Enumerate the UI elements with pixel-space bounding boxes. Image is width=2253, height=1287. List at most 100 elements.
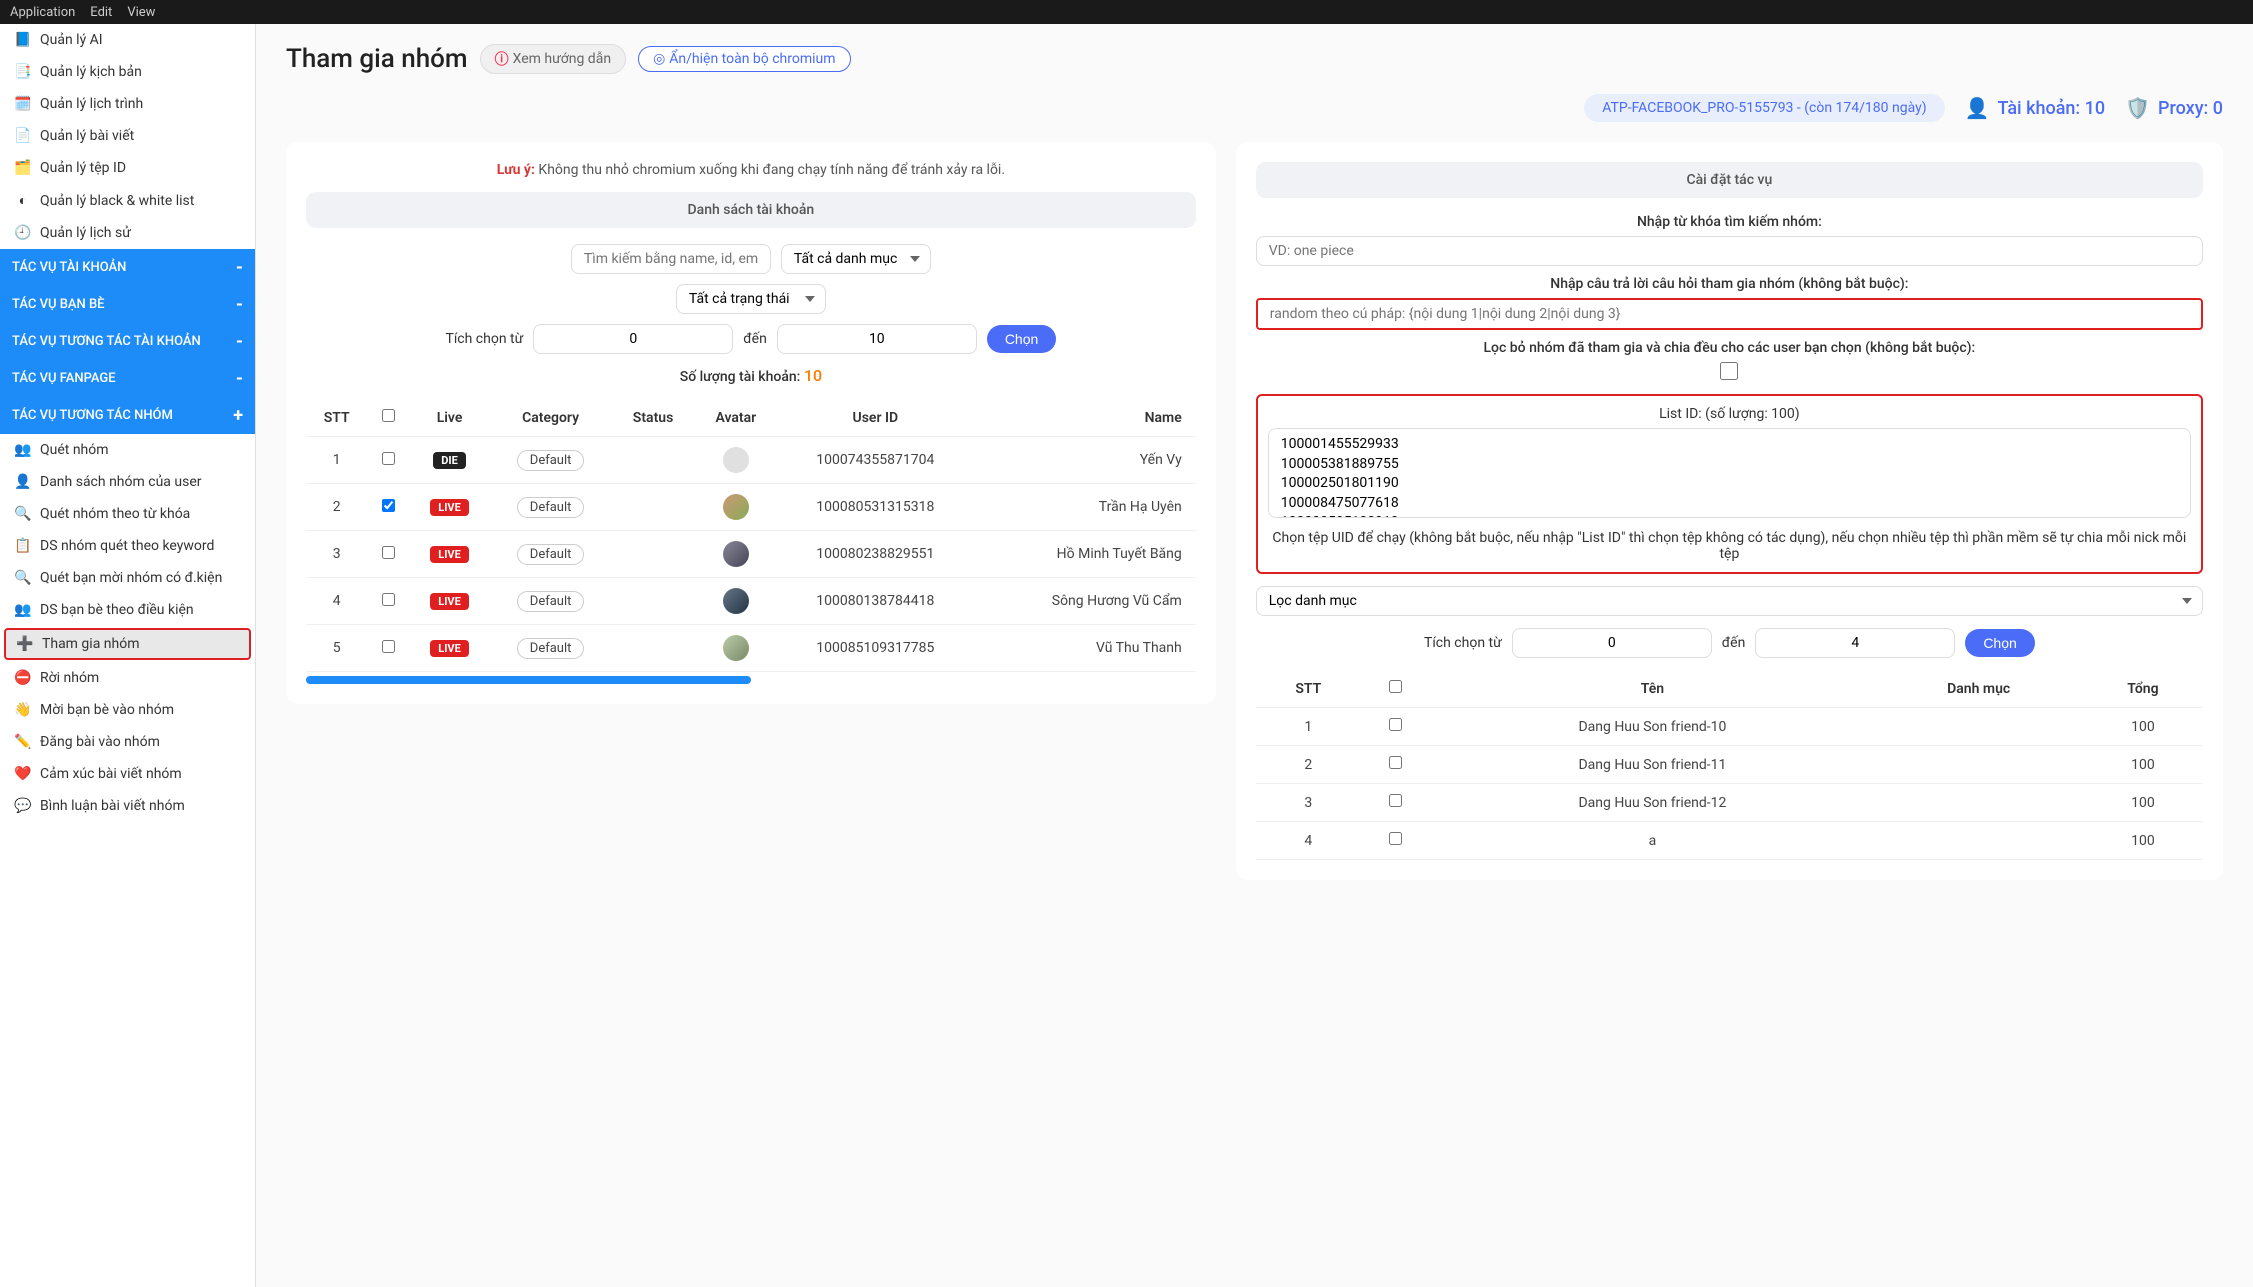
- select-all-checkbox[interactable]: [382, 409, 395, 422]
- sidebar-item[interactable]: 🗓️Quản lý lịch trình: [0, 88, 255, 120]
- table-row[interactable]: 5 LIVE Default 100085109317785 Vũ Thu Th…: [306, 625, 1196, 672]
- uid-file-note: Chọn tệp UID để chạy (không bắt buộc, nế…: [1268, 530, 2191, 562]
- sidebar-section-header[interactable]: TÁC VỤ BẠN BÈ-: [0, 286, 255, 323]
- sidebar-item[interactable]: 🔍Quét nhóm theo từ khóa: [0, 498, 255, 530]
- sidebar-item[interactable]: 👤Danh sách nhóm của user: [0, 466, 255, 498]
- answer-input[interactable]: [1256, 298, 2203, 330]
- listid-textarea[interactable]: [1268, 428, 2191, 518]
- table-row[interactable]: 3 LIVE Default 100080238829551 Hồ Minh T…: [306, 531, 1196, 578]
- row-checkbox[interactable]: [1389, 718, 1402, 731]
- sidebar-item[interactable]: 📄 Quản lý bài viết: [0, 120, 255, 152]
- sidebar-item[interactable]: 👋Mời bạn bè vào nhóm: [0, 694, 255, 726]
- sidebar-item[interactable]: 🕘 Quản lý lịch sử: [0, 217, 255, 249]
- accounts-header: Danh sách tài khoản: [306, 192, 1196, 228]
- sidebar-item-label: Quản lý kịch bản: [40, 64, 142, 80]
- row-checkbox[interactable]: [382, 452, 395, 465]
- guide-button[interactable]: ⓘXem hướng dẫn: [480, 44, 626, 74]
- accounts-table: STTLiveCategoryStatusAvatarUser IDName 1…: [306, 399, 1196, 672]
- listid-section: List ID: (số lượng: 100) Chọn tệp UID để…: [1256, 394, 2203, 574]
- sidebar-item[interactable]: 💬Bình luận bài viết nhóm: [0, 790, 255, 822]
- sidebar-item[interactable]: ◐Quản lý black & white list: [0, 184, 255, 217]
- table-header: Name: [973, 399, 1195, 437]
- table-row[interactable]: 2 Dang Huu Son friend-11 100: [1256, 746, 2203, 784]
- from-input-r[interactable]: [1512, 628, 1712, 658]
- sidebar-item[interactable]: ❤️Cảm xúc bài viết nhóm: [0, 758, 255, 790]
- row-checkbox[interactable]: [1389, 832, 1402, 845]
- shield-icon: 🛡️: [2125, 96, 2150, 120]
- choose-button[interactable]: Chọn: [987, 325, 1056, 353]
- sidebar-section-header[interactable]: TÁC VỤ TÀI KHOẢN-: [0, 249, 255, 286]
- sidebar-item-label: Bình luận bài viết nhóm: [40, 798, 185, 814]
- category-pill: Default: [517, 591, 585, 612]
- select-all-checkbox[interactable]: [1389, 680, 1402, 693]
- sidebar-item[interactable]: 📘Quản lý AI: [0, 24, 255, 56]
- sidebar-item[interactable]: 👥DS bạn bè theo điều kiện: [0, 594, 255, 626]
- row-checkbox[interactable]: [1389, 794, 1402, 807]
- sidebar-item-label: Danh sách nhóm của user: [40, 474, 202, 490]
- table-row[interactable]: 1 DIE Default 100074355871704 Yến Vy: [306, 437, 1196, 484]
- sidebar-item-label: Quản lý lịch trình: [40, 96, 143, 112]
- table-row[interactable]: 1 Dang Huu Son friend-10 100: [1256, 708, 2203, 746]
- live-badge: LIVE: [430, 640, 469, 657]
- to-input[interactable]: [777, 324, 977, 354]
- sidebar-icon: 🗂️: [14, 160, 32, 176]
- sidebar-item[interactable]: ⛔ Rời nhóm: [0, 662, 255, 694]
- sidebar-item-label: Quản lý bài viết: [40, 128, 134, 144]
- sidebar-item[interactable]: 📑 Quản lý kịch bản: [0, 56, 255, 88]
- choose-button-r[interactable]: Chọn: [1965, 629, 2034, 657]
- filter-joined-checkbox[interactable]: [1720, 362, 1738, 380]
- to-input-r[interactable]: [1755, 628, 1955, 658]
- sidebar-section-title: TÁC VỤ BẠN BÈ: [12, 297, 105, 312]
- sidebar-icon: 👥: [14, 442, 32, 458]
- sidebar-item[interactable]: ✏️Đăng bài vào nhóm: [0, 726, 255, 758]
- sidebar-icon: 📑: [14, 64, 32, 80]
- sidebar-icon: 📄: [14, 128, 32, 144]
- row-checkbox[interactable]: [382, 640, 395, 653]
- sidebar-item[interactable]: 🔍Quét bạn mời nhóm có đ.kiện: [0, 562, 255, 594]
- sidebar-section-header[interactable]: TÁC VỤ TƯƠNG TÁC NHÓM+: [0, 397, 255, 434]
- task-settings-header: Cài đặt tác vụ: [1256, 162, 2203, 198]
- sidebar-item-label: Đăng bài vào nhóm: [40, 734, 160, 750]
- row-checkbox[interactable]: [382, 546, 395, 559]
- sidebar-icon: 🕘: [14, 225, 32, 241]
- main-content: Tham gia nhóm ⓘXem hướng dẫn ◎Ẩn/hiện to…: [256, 24, 2253, 1287]
- search-input[interactable]: [571, 244, 771, 274]
- table-row[interactable]: 3 Dang Huu Son friend-12 100: [1256, 784, 2203, 822]
- category-select[interactable]: Tất cả danh mục: [781, 244, 931, 274]
- row-checkbox[interactable]: [382, 499, 395, 512]
- sidebar-item[interactable]: 📋DS nhóm quét theo keyword: [0, 530, 255, 562]
- chevron-icon: +: [233, 405, 243, 426]
- sidebar-section-header[interactable]: TÁC VỤ TƯƠNG TÁC TÀI KHOẢN-: [0, 323, 255, 360]
- horizontal-scrollbar[interactable]: [306, 676, 751, 684]
- sidebar-item[interactable]: 👥Quét nhóm: [0, 434, 255, 466]
- menu-application[interactable]: Application: [10, 5, 75, 20]
- table-row[interactable]: 4 a 100: [1256, 822, 2203, 860]
- sidebar-item-label: Quản lý black & white list: [40, 193, 194, 209]
- listid-label: List ID: (số lượng: 100): [1268, 406, 2191, 422]
- keyword-input[interactable]: [1256, 236, 2203, 266]
- table-row[interactable]: 2 LIVE Default 100080531315318 Trần Hạ U…: [306, 484, 1196, 531]
- avatar: [723, 494, 749, 520]
- sidebar-item-label: DS bạn bè theo điều kiện: [40, 602, 194, 618]
- row-checkbox[interactable]: [1389, 756, 1402, 769]
- sidebar-item-label: Rời nhóm: [40, 670, 99, 686]
- sidebar-item[interactable]: ➕Tham gia nhóm: [4, 628, 251, 660]
- sidebar-icon: ⛔: [14, 670, 32, 686]
- menu-edit[interactable]: Edit: [90, 5, 112, 20]
- uid-files-table: STTTênDanh mụcTổng 1 Dang Huu Son friend…: [1256, 670, 2203, 860]
- target-icon: ◎: [653, 51, 665, 67]
- menu-view[interactable]: View: [127, 5, 155, 20]
- table-row[interactable]: 4 LIVE Default 100080138784418 Sông Hươn…: [306, 578, 1196, 625]
- avatar: [723, 541, 749, 567]
- status-select[interactable]: Tất cả trạng thái: [676, 284, 826, 314]
- sidebar-item[interactable]: 🗂️Quản lý tệp ID: [0, 152, 255, 184]
- row-checkbox[interactable]: [382, 593, 395, 606]
- sidebar-item-label: Quản lý lịch sử: [40, 225, 131, 241]
- sidebar-item-label: Quét bạn mời nhóm có đ.kiện: [40, 570, 222, 586]
- from-input[interactable]: [533, 324, 733, 354]
- sidebar-section-header[interactable]: TÁC VỤ FANPAGE-: [0, 360, 255, 397]
- sidebar-section-title: TÁC VỤ TƯƠNG TÁC TÀI KHOẢN: [12, 334, 201, 349]
- category-filter-select[interactable]: Lọc danh mục: [1256, 586, 2203, 616]
- toggle-chromium-button[interactable]: ◎Ẩn/hiện toàn bộ chromium: [638, 46, 850, 72]
- sidebar-icon: ❤️: [14, 766, 32, 782]
